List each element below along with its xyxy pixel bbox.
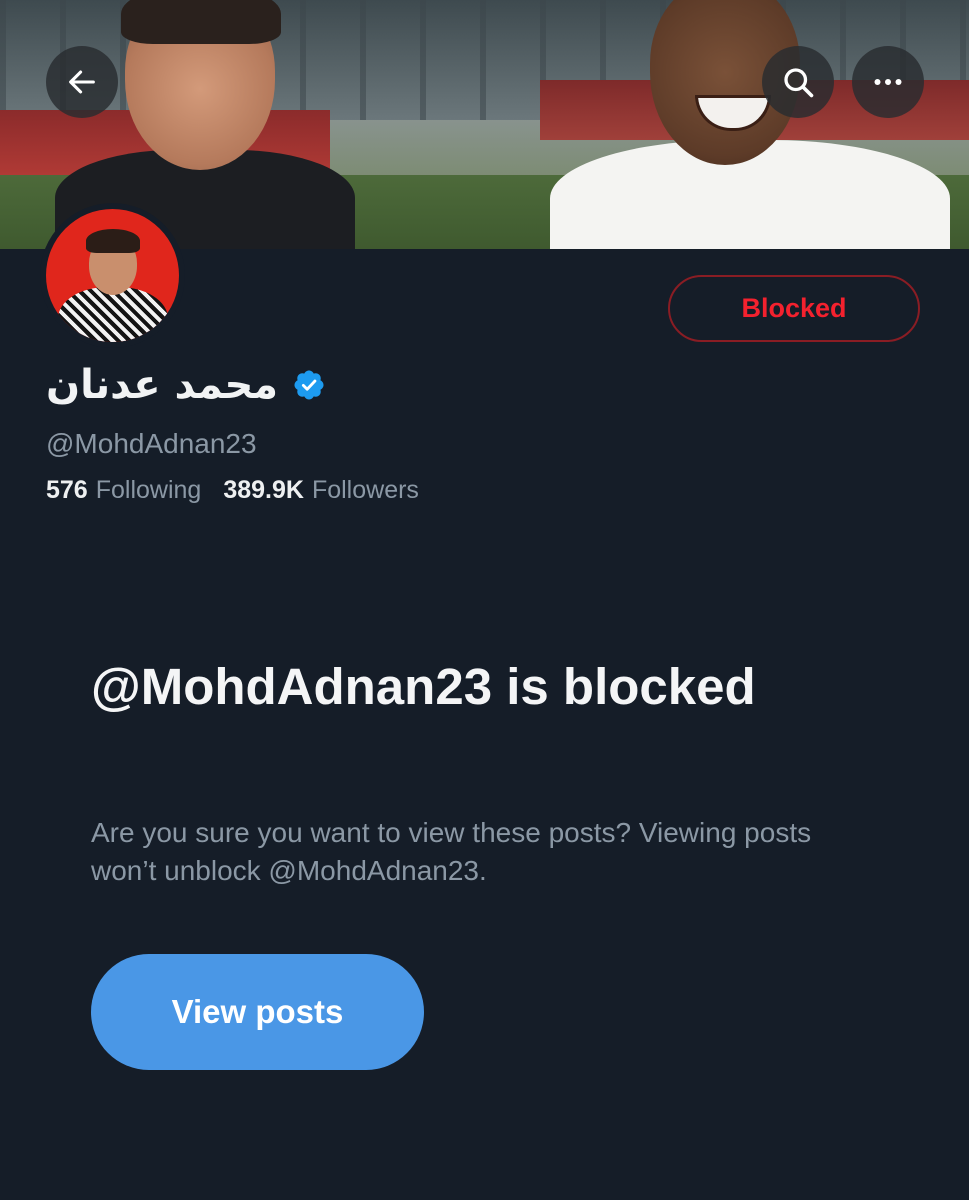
blocked-notice-title: @MohdAdnan23 is blocked — [91, 658, 756, 715]
followers-label: Followers — [311, 476, 419, 504]
profile-name-row: محمد عدنان — [46, 362, 326, 408]
banner-person — [550, 0, 950, 249]
avatar[interactable] — [40, 203, 185, 348]
following-stat[interactable]: 576 Following — [46, 476, 201, 505]
followers-stat[interactable]: 389.9K Followers — [223, 476, 419, 505]
profile-handle: @MohdAdnan23 — [46, 428, 257, 459]
more-horizontal-icon — [874, 79, 902, 85]
following-label: Following — [95, 476, 202, 504]
display-name: محمد عدنان — [46, 362, 279, 408]
verified-badge-icon — [294, 370, 324, 400]
avatar-image — [46, 209, 179, 342]
arrow-left-icon — [69, 70, 95, 94]
search-button[interactable] — [762, 46, 834, 118]
blocked-notice-description: Are you sure you want to view these post… — [91, 817, 812, 886]
followers-count: 389.9K — [223, 476, 304, 504]
search-icon — [784, 68, 814, 98]
blocked-button[interactable]: Blocked — [668, 275, 920, 342]
back-button[interactable] — [46, 46, 118, 118]
following-count: 576 — [46, 476, 88, 504]
profile-screen: Blocked محمد عدنان @MohdAdnan23 576 Foll… — [0, 0, 969, 1200]
more-options-button[interactable] — [852, 46, 924, 118]
profile-stats: 576 Following 389.9K Followers — [46, 476, 419, 505]
view-posts-button[interactable]: View posts — [91, 954, 424, 1070]
